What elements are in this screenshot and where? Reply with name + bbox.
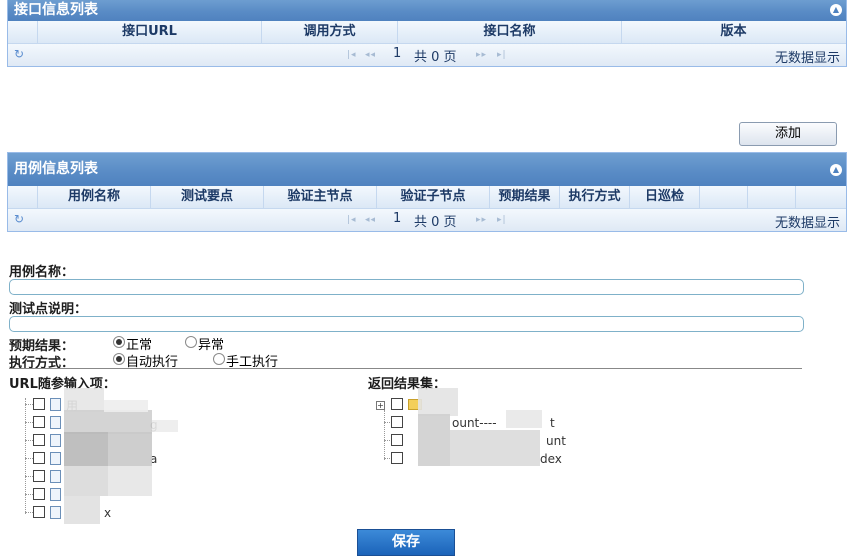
redacted-area — [64, 388, 104, 412]
redacted-area — [418, 414, 450, 466]
row-number-column — [8, 186, 38, 208]
case-grid-header: 用例名称 测试要点 验证主节点 验证子节点 预期结果 执行方式 日巡检 — [8, 186, 846, 209]
case-pager: ↻ |◂ ◂◂ 1 共 0 页 ▸▸ ▸| 无数据显示 — [8, 209, 846, 231]
refresh-icon[interactable]: ↻ — [14, 212, 24, 226]
column-header[interactable] — [700, 186, 748, 208]
page-total: 共 0 页 — [414, 215, 457, 230]
column-header[interactable]: 日巡检 — [630, 186, 700, 208]
expected-abnormal-label[interactable]: 异常 — [198, 334, 224, 353]
exec-auto-radio[interactable] — [113, 353, 125, 365]
last-page-icon[interactable]: ▸| — [497, 50, 507, 60]
next-page-icon[interactable]: ▸▸ — [476, 215, 487, 225]
api-info-panel: 接口信息列表 ▲ 接口URL 调用方式 接口名称 版本 ↻ |◂ ◂◂ 1 共 … — [7, 0, 847, 67]
first-page-icon[interactable]: |◂ — [347, 215, 357, 225]
case-info-panel: 用例信息列表 ▲ 用例名称 测试要点 验证主节点 验证子节点 预期结果 执行方式… — [7, 152, 847, 232]
column-header[interactable]: 调用方式 — [262, 21, 398, 43]
exec-manual-radio[interactable] — [213, 353, 225, 365]
refresh-icon[interactable]: ↻ — [14, 47, 24, 61]
tree-item-label[interactable]: t — [550, 416, 555, 430]
column-header[interactable]: 接口名称 — [398, 21, 622, 43]
doc-icon — [50, 506, 61, 519]
test-point-input[interactable] — [9, 316, 804, 332]
next-page-icon[interactable]: ▸▸ — [476, 50, 487, 60]
redacted-area — [64, 466, 108, 496]
column-header[interactable]: 接口URL — [38, 21, 262, 43]
tree-checkbox[interactable] — [391, 452, 403, 464]
empty-message: 无数据显示 — [774, 216, 840, 231]
redacted-area — [108, 432, 152, 466]
column-header[interactable] — [748, 186, 796, 208]
collapse-icon[interactable]: ▲ — [830, 4, 842, 16]
doc-icon — [50, 434, 61, 447]
tree-checkbox[interactable] — [391, 398, 403, 410]
column-header[interactable]: 执行方式 — [560, 186, 630, 208]
column-header[interactable]: 验证主节点 — [264, 186, 377, 208]
case-name-label: 用例名称： — [9, 265, 75, 280]
page-total: 共 0 页 — [414, 50, 457, 65]
expand-plus-icon[interactable]: + — [376, 401, 385, 410]
row-number-column — [8, 21, 38, 43]
prev-page-icon[interactable]: ◂◂ — [365, 215, 376, 225]
column-header[interactable]: 测试要点 — [151, 186, 264, 208]
api-pager: ↻ |◂ ◂◂ 1 共 0 页 ▸▸ ▸| 无数据显示 — [8, 44, 846, 66]
empty-message: 无数据显示 — [774, 51, 840, 66]
redacted-area — [152, 420, 178, 432]
doc-icon — [50, 398, 61, 411]
redacted-area — [64, 432, 108, 466]
form-divider — [9, 368, 802, 369]
column-header[interactable]: 用例名称 — [38, 186, 151, 208]
tree-item-label[interactable]: x — [104, 506, 111, 520]
tree-checkbox[interactable] — [391, 416, 403, 428]
redacted-area — [418, 388, 458, 416]
tree-checkbox[interactable] — [33, 506, 45, 518]
tree-line — [25, 398, 26, 514]
redacted-area — [108, 466, 152, 496]
redacted-area — [104, 400, 148, 412]
doc-icon — [50, 470, 61, 483]
last-page-icon[interactable]: ▸| — [497, 215, 507, 225]
tree-checkbox[interactable] — [33, 434, 45, 446]
save-button[interactable]: 保存 — [357, 529, 455, 556]
page-number[interactable]: 1 — [393, 211, 401, 226]
column-header[interactable]: 版本 — [622, 21, 845, 43]
tree-checkbox[interactable] — [391, 434, 403, 446]
api-panel-title: 接口信息列表 — [14, 2, 98, 18]
tree-item-label[interactable]: dex — [540, 452, 562, 466]
prev-page-icon[interactable]: ◂◂ — [365, 50, 376, 60]
case-panel-title: 用例信息列表 — [14, 161, 98, 177]
redacted-area — [64, 410, 152, 434]
expected-abnormal-radio[interactable] — [185, 336, 197, 348]
case-panel-header: 用例信息列表 ▲ — [8, 153, 846, 186]
doc-icon — [50, 452, 61, 465]
add-button[interactable]: 添加 — [739, 122, 837, 146]
column-header[interactable]: 预期结果 — [490, 186, 560, 208]
tree-checkbox[interactable] — [33, 398, 45, 410]
redacted-area — [64, 496, 100, 524]
redacted-area — [506, 410, 542, 428]
tree-item-label[interactable]: unt — [546, 434, 566, 448]
tree-item-label[interactable]: ount---- — [452, 416, 497, 430]
page-number[interactable]: 1 — [393, 46, 401, 61]
case-name-input[interactable] — [9, 279, 804, 295]
redacted-area — [450, 430, 540, 466]
expected-normal-radio[interactable] — [113, 336, 125, 348]
first-page-icon[interactable]: |◂ — [347, 50, 357, 60]
api-grid-header: 接口URL 调用方式 接口名称 版本 — [8, 21, 846, 44]
doc-icon — [50, 488, 61, 501]
tree-checkbox[interactable] — [33, 470, 45, 482]
tree-checkbox[interactable] — [33, 452, 45, 464]
doc-icon — [50, 416, 61, 429]
tree-checkbox[interactable] — [33, 488, 45, 500]
tree-line — [384, 410, 385, 460]
tree-checkbox[interactable] — [33, 416, 45, 428]
api-panel-header: 接口信息列表 ▲ — [8, 0, 846, 21]
test-point-label: 测试点说明： — [9, 302, 88, 317]
column-header[interactable]: 验证子节点 — [377, 186, 490, 208]
collapse-icon[interactable]: ▲ — [830, 164, 842, 176]
